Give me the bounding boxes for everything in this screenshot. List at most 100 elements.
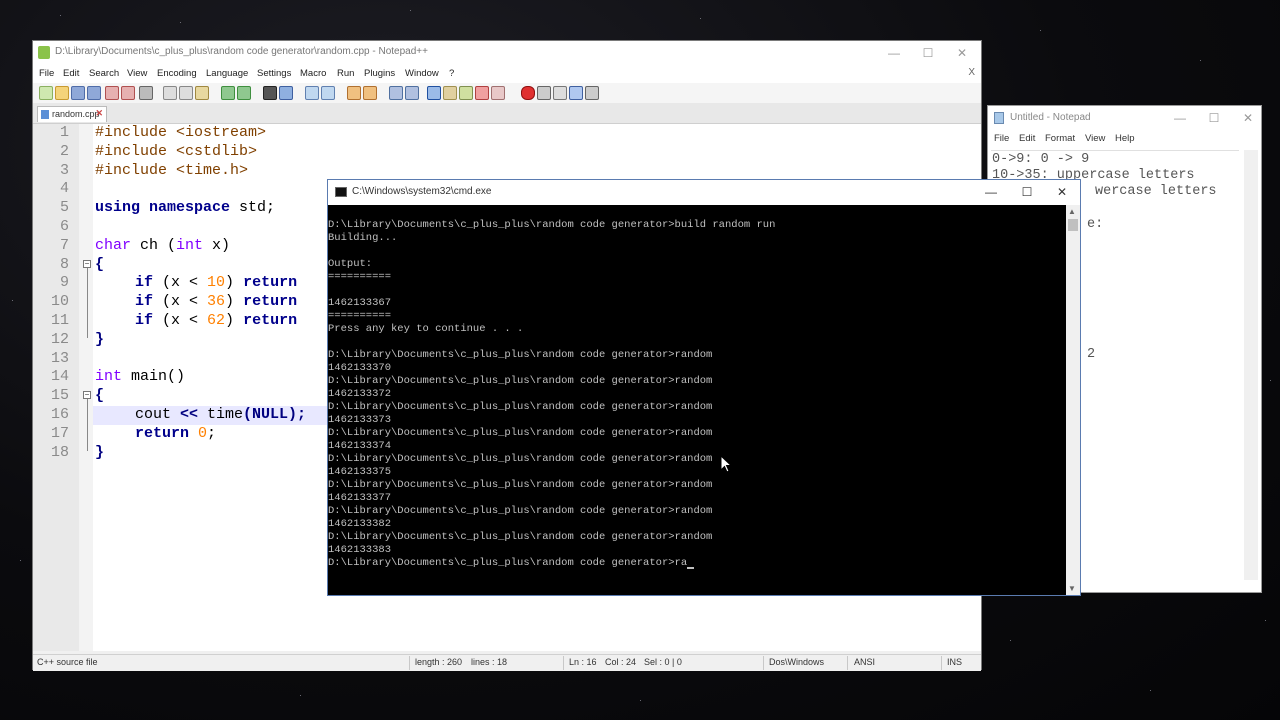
code-token: return xyxy=(135,424,190,442)
notepad-menu-bar: File Edit Format View Help xyxy=(988,131,1261,148)
code-line-8: { xyxy=(95,256,104,275)
paste-icon[interactable] xyxy=(195,86,209,100)
code-line-12: } xyxy=(95,331,104,350)
code-token: { xyxy=(95,255,105,273)
console-line: Building... xyxy=(328,232,398,244)
menu-settings[interactable]: Settings xyxy=(257,68,291,79)
sync-h-scroll-icon[interactable] xyxy=(363,86,377,100)
find-icon[interactable] xyxy=(263,86,277,100)
cmd-minimize-button[interactable]: — xyxy=(974,182,1008,202)
code-token: int xyxy=(95,368,123,386)
line-number: 16 xyxy=(50,406,69,423)
notepad-maximize-button[interactable]: ☐ xyxy=(1197,108,1231,128)
menu-view[interactable]: View xyxy=(127,68,147,79)
cmd-maximize-button[interactable]: ☐ xyxy=(1010,182,1044,202)
open-file-icon[interactable] xyxy=(55,86,69,100)
np-menu-edit[interactable]: Edit xyxy=(1019,133,1035,144)
menu-encoding[interactable]: Encoding xyxy=(157,68,197,79)
notepad-minimize-button[interactable]: — xyxy=(1163,108,1197,128)
menu-plugins[interactable]: Plugins xyxy=(364,68,395,79)
notepad-scrollbar[interactable] xyxy=(1244,150,1258,580)
code-token: main() xyxy=(122,368,186,386)
code-token: 0 xyxy=(198,424,208,442)
npp-title-bar[interactable]: D:\Library\Documents\c_plus_plus\random … xyxy=(33,41,981,65)
code-token: (x < xyxy=(153,293,208,311)
code-token: #include <time.h> xyxy=(95,161,249,179)
code-token: if xyxy=(135,312,154,329)
npp-minimize-button[interactable]: — xyxy=(877,43,911,63)
menu-help[interactable]: ? xyxy=(449,68,454,79)
save-macro-icon[interactable] xyxy=(585,86,599,100)
monitoring-icon[interactable] xyxy=(491,86,505,100)
menu-macro[interactable]: Macro xyxy=(300,68,326,79)
close-document-button[interactable]: X xyxy=(968,67,975,78)
run-macro-multiple-icon[interactable] xyxy=(569,86,583,100)
undo-icon[interactable] xyxy=(221,86,235,100)
play-macro-icon[interactable] xyxy=(553,86,567,100)
code-token: std; xyxy=(230,199,276,217)
line-number: 17 xyxy=(50,424,69,442)
code-token: #include <cstdlib> xyxy=(95,142,258,160)
console-input-line[interactable]: D:\Library\Documents\c_plus_plus\random … xyxy=(328,557,695,570)
npp-close-button[interactable]: ✕ xyxy=(945,43,979,63)
close-all-icon[interactable] xyxy=(121,86,135,100)
np-menu-format[interactable]: Format xyxy=(1045,133,1075,144)
console-line: D:\Library\Documents\c_plus_plus\random … xyxy=(328,505,713,517)
zoom-out-icon[interactable] xyxy=(321,86,335,100)
cut-icon[interactable] xyxy=(163,86,177,100)
menu-file[interactable]: File xyxy=(39,68,54,79)
line-number: 11 xyxy=(50,312,69,329)
scrollbar-thumb[interactable] xyxy=(1068,219,1078,231)
menu-edit[interactable]: Edit xyxy=(63,68,79,79)
word-wrap-icon[interactable] xyxy=(389,86,403,100)
fold-toggle-icon[interactable]: − xyxy=(83,391,91,399)
save-icon[interactable] xyxy=(71,86,85,100)
code-token: << xyxy=(171,406,208,423)
redo-icon[interactable] xyxy=(237,86,251,100)
cmd-scrollbar[interactable]: ▲ ▼ xyxy=(1066,205,1080,595)
tab-close-icon[interactable]: ✕ xyxy=(95,108,103,119)
notepad-title-bar[interactable]: Untitled - Notepad — ☐ ✕ xyxy=(988,106,1261,130)
console-line: D:\Library\Documents\c_plus_plus\random … xyxy=(328,349,713,361)
npp-window-title: D:\Library\Documents\c_plus_plus\random … xyxy=(55,46,428,57)
print-icon[interactable] xyxy=(139,86,153,100)
fold-line xyxy=(87,268,88,338)
copy-icon[interactable] xyxy=(179,86,193,100)
code-token: 10 xyxy=(207,274,226,292)
menu-search[interactable]: Search xyxy=(89,68,119,79)
menu-run[interactable]: Run xyxy=(337,68,354,79)
replace-icon[interactable] xyxy=(279,86,293,100)
close-file-icon[interactable] xyxy=(105,86,119,100)
save-all-icon[interactable] xyxy=(87,86,101,100)
code-token: char xyxy=(95,236,132,254)
np-menu-help[interactable]: Help xyxy=(1115,133,1135,144)
console-output[interactable]: D:\Library\Documents\c_plus_plus\random … xyxy=(328,205,1066,595)
np-menu-view[interactable]: View xyxy=(1085,133,1105,144)
stop-macro-icon[interactable] xyxy=(537,86,551,100)
show-all-chars-icon[interactable] xyxy=(405,86,419,100)
zoom-in-icon[interactable] xyxy=(305,86,319,100)
code-token: ) xyxy=(225,312,244,329)
line-number: 18 xyxy=(50,443,69,461)
record-macro-icon[interactable] xyxy=(521,86,535,100)
cmd-close-button[interactable]: ✕ xyxy=(1045,182,1079,202)
fold-toggle-icon[interactable]: − xyxy=(83,260,91,268)
scroll-down-arrow-icon[interactable]: ▼ xyxy=(1068,584,1076,593)
np-menu-file[interactable]: File xyxy=(994,133,1009,144)
cmd-title-bar[interactable]: C:\Windows\system32\cmd.exe — ☐ ✕ xyxy=(328,180,1080,205)
code-line-2: #include <cstdlib> xyxy=(95,143,257,162)
function-list-icon[interactable] xyxy=(459,86,473,100)
indent-guide-icon[interactable] xyxy=(427,86,441,100)
code-line-17: return 0; xyxy=(135,425,216,444)
scroll-up-arrow-icon[interactable]: ▲ xyxy=(1068,207,1076,216)
tab-random-cpp[interactable]: random.cpp ✕ xyxy=(37,106,107,122)
notepad-close-button[interactable]: ✕ xyxy=(1231,108,1265,128)
new-file-icon[interactable] xyxy=(39,86,53,100)
sync-v-scroll-icon[interactable] xyxy=(347,86,361,100)
code-token: time xyxy=(207,406,244,423)
folder-workspace-icon[interactable] xyxy=(475,86,489,100)
menu-window[interactable]: Window xyxy=(405,68,439,79)
doc-map-icon[interactable] xyxy=(443,86,457,100)
menu-language[interactable]: Language xyxy=(206,68,248,79)
npp-maximize-button[interactable]: ☐ xyxy=(911,43,945,63)
